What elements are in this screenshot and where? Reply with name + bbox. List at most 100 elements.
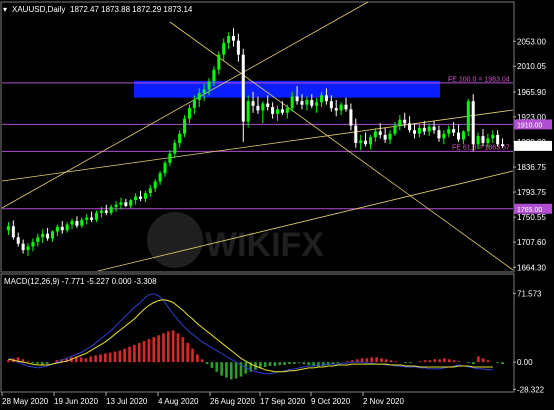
date-tick-label: 2 Nov 2020: [363, 397, 404, 406]
candle: [466, 98, 470, 137]
candle-body: [114, 204, 118, 208]
candle-body: [173, 143, 177, 154]
price-tick-label: 1664.30: [517, 263, 546, 272]
candle-body: [295, 96, 299, 102]
date-tick-label: 4 Aug 2020: [158, 397, 199, 406]
candle-body: [280, 109, 284, 113]
candle-body: [457, 132, 461, 140]
candle-body: [359, 140, 363, 144]
supply-zone: [134, 80, 440, 98]
macd-tick-label: -28.322: [517, 385, 545, 394]
candle-body: [99, 210, 103, 213]
symbol-icon: ▾: [3, 5, 7, 14]
candle-body: [452, 129, 456, 133]
date-tick-label: 17 Sep 2020: [260, 397, 306, 406]
candle-body: [368, 137, 372, 145]
candle-body: [422, 127, 426, 132]
candle-body: [378, 131, 382, 135]
candle-body: [290, 96, 294, 109]
candle-body: [373, 131, 377, 138]
candle-body: [192, 100, 196, 109]
macd-tick-label: 0.00: [517, 358, 533, 367]
candle-body: [178, 133, 182, 144]
candle-body: [320, 95, 324, 103]
candle-body: [207, 81, 211, 90]
candle-body: [334, 108, 338, 111]
candle-body: [148, 188, 152, 194]
candle-body: [21, 243, 25, 251]
candle-body: [427, 126, 431, 132]
price-tick-label: 1707.60: [517, 238, 546, 247]
candle-body: [90, 217, 94, 220]
candle-body: [344, 104, 348, 110]
candle-body: [65, 224, 69, 231]
date-tick-label: 19 Jun 2020: [54, 397, 99, 406]
candle-body: [471, 101, 475, 145]
candle-body: [275, 109, 280, 114]
price-tick-label: 1836.75: [517, 163, 546, 172]
candle-body: [143, 193, 147, 199]
candle-body: [36, 237, 40, 242]
candle-body: [466, 101, 470, 132]
candle-body: [324, 95, 328, 102]
candle-body: [119, 202, 123, 205]
fe-100-label: FE 100.0 = 1983.04: [448, 76, 510, 83]
level-1910-tag: 1910.00: [514, 119, 552, 130]
candle-body: [41, 233, 45, 238]
candle-body: [442, 133, 446, 139]
candle-body: [11, 226, 15, 238]
candle-body: [496, 134, 500, 145]
candle-body: [491, 134, 495, 139]
candle-body: [26, 246, 30, 251]
candle-body: [271, 106, 275, 114]
candle-body: [217, 54, 221, 70]
candle-body: [104, 210, 108, 213]
candle-body: [403, 119, 407, 124]
candle-body: [432, 126, 436, 131]
candle-body: [481, 136, 485, 144]
candle-body: [94, 212, 99, 220]
symbol-label: XAUUSD,Daily: [12, 5, 65, 14]
candle-body: [501, 144, 505, 146]
candle-body: [364, 140, 368, 145]
candle-body: [461, 131, 465, 140]
candle-body: [124, 202, 128, 206]
candle-body: [285, 108, 289, 113]
candle-body: [339, 104, 343, 111]
candle-body: [231, 36, 236, 41]
candle-body: [202, 89, 206, 94]
candle-body: [266, 103, 270, 107]
candle-body: [310, 100, 314, 106]
candle-body: [109, 207, 113, 213]
candle-body: [197, 93, 201, 101]
price-tick-label: 1965.90: [517, 88, 546, 97]
candle-body: [251, 101, 255, 106]
ohlc-readout: 1872.47 1873.88 1872.29 1873.14: [70, 5, 193, 14]
candle-body: [158, 173, 162, 182]
candle-body: [70, 220, 74, 225]
candle-body: [80, 219, 84, 226]
price-tick-label: 2010.05: [517, 62, 546, 71]
candle-body: [437, 130, 441, 139]
candle-body: [227, 36, 231, 44]
candle-body: [183, 118, 187, 134]
macd-label: MACD(12,26,9) -7.771 -5.227 0.000 -3.308: [4, 277, 157, 286]
candle-body: [55, 226, 59, 232]
candle-body: [6, 226, 10, 231]
candle-body: [329, 101, 333, 109]
date-tick-label: 28 May 2020: [2, 397, 49, 406]
candle-body: [60, 226, 64, 231]
candle-body: [236, 40, 240, 55]
candle-body: [241, 54, 245, 122]
candle-body: [31, 241, 35, 247]
svg-text:WIKIFX: WIKIFX: [205, 226, 324, 264]
candle-body: [383, 134, 387, 140]
last-price-tag: 1873.14: [514, 140, 552, 151]
candle-body: [246, 101, 250, 122]
candle-body: [85, 217, 89, 220]
price-chart: WIKIFX FE 100.0 = 1983.04FE 61.8 = 1863.…: [0, 0, 554, 410]
candle-body: [187, 108, 191, 119]
date-tick-label: 9 Oct 2020: [311, 397, 351, 406]
date-tick-label: 26 Aug 2020: [210, 397, 255, 406]
candle-body: [476, 136, 480, 145]
